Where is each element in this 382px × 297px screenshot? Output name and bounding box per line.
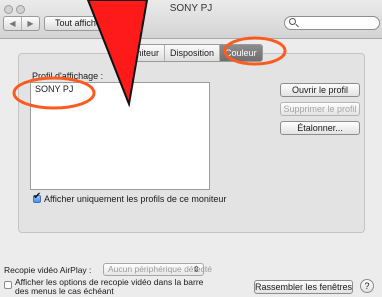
- show-mirroring-options-label-line2: des menus le cas échéant: [15, 286, 114, 296]
- window-title: SONY PJ: [169, 3, 213, 14]
- tab-monitor[interactable]: Moniteur: [119, 45, 164, 61]
- show-mirroring-options-label: Afficher les options de recopie vidéo da…: [15, 278, 203, 296]
- forward-icon[interactable]: ▶: [21, 17, 39, 30]
- only-this-monitor-checkbox[interactable]: ✔: [33, 191, 42, 203]
- airplay-device-popup[interactable]: Aucun périphérique détecté ⇕: [103, 263, 212, 276]
- only-this-monitor-label: Afficher uniquement les profils de ce mo…: [44, 194, 227, 204]
- show-mirroring-options-checkbox[interactable]: [4, 281, 12, 289]
- help-button[interactable]: ?: [360, 279, 374, 293]
- delete-profile-button[interactable]: Supprimer le profil: [280, 102, 360, 116]
- back-icon[interactable]: ◀: [4, 17, 21, 30]
- calibrate-button[interactable]: Étalonner...: [280, 121, 360, 135]
- gather-windows-button[interactable]: Rassembler les fenêtres: [254, 280, 353, 294]
- tab-bar: Moniteur Disposition Couleur: [118, 44, 263, 62]
- tab-color[interactable]: Couleur: [219, 45, 262, 61]
- back-forward-control[interactable]: ◀ ▶: [3, 16, 40, 31]
- popup-arrows-icon: ⇕: [192, 264, 200, 274]
- show-all-button[interactable]: Tout afficher: [44, 16, 114, 31]
- display-profile-label: Profil d'affichage :: [32, 71, 104, 81]
- list-item[interactable]: SONY PJ: [31, 83, 209, 96]
- search-icon: [289, 18, 296, 25]
- checkmark-icon: ✔: [33, 191, 42, 202]
- tab-arrangement[interactable]: Disposition: [164, 45, 219, 61]
- airplay-mirroring-label: Recopie vidéo AirPlay :: [4, 265, 92, 275]
- open-profile-button[interactable]: Ouvrir le profil: [280, 83, 360, 97]
- profile-list[interactable]: SONY PJ: [30, 82, 210, 190]
- search-field[interactable]: [284, 16, 380, 30]
